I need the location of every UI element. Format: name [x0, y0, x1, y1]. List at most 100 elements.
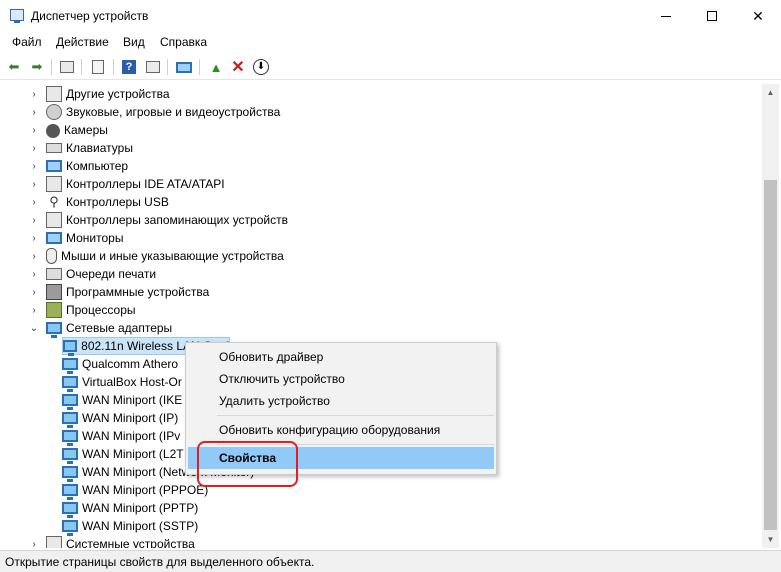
network-device[interactable]: WAN Miniport (PPPOE)	[62, 481, 209, 500]
chevron-right-icon[interactable]: ›	[28, 193, 40, 211]
minimize-button[interactable]	[643, 0, 689, 32]
back-arrow-icon[interactable]: ⬅	[4, 57, 24, 77]
network-adapter-icon	[62, 358, 78, 374]
device-label: WAN Miniport (IKE	[82, 393, 183, 407]
chevron-right-icon[interactable]: ›	[28, 85, 40, 103]
tree-category[interactable]: › Контроллеры IDE ATA/ATAPI	[28, 175, 225, 193]
category-label: Контроллеры USB	[66, 195, 169, 209]
device-label: WAN Miniport (SSTP)	[82, 519, 199, 533]
tree-category[interactable]: › Программные устройства	[28, 283, 209, 301]
chevron-right-icon[interactable]: ›	[28, 535, 40, 549]
chevron-right-icon[interactable]: ›	[28, 301, 40, 319]
scroll-up-icon[interactable]: ▲	[762, 84, 779, 101]
tree-category[interactable]: › Другие устройства	[28, 85, 170, 103]
device-label: VirtualBox Host-Or	[82, 375, 182, 389]
close-icon: ✕	[752, 7, 764, 24]
tree-category[interactable]: › ⚲ Контроллеры USB	[28, 193, 169, 211]
network-device[interactable]: WAN Miniport (IPv	[62, 427, 181, 446]
menu-help[interactable]: Справка	[160, 35, 207, 49]
network-device[interactable]: Qualcomm Athero	[62, 355, 178, 374]
chevron-right-icon[interactable]: ›	[28, 247, 40, 265]
network-adapter-icon	[62, 484, 78, 500]
network-adapter-icon	[62, 502, 78, 518]
software-device-icon	[46, 284, 62, 300]
chevron-down-icon[interactable]: ⌄	[28, 319, 40, 337]
menu-disable-device[interactable]: Отключить устройство	[188, 368, 494, 390]
chevron-right-icon[interactable]: ›	[28, 157, 40, 175]
chevron-right-icon[interactable]: ›	[28, 229, 40, 247]
maximize-button[interactable]	[689, 0, 735, 32]
category-label: Очереди печати	[66, 267, 157, 281]
computer-icon	[46, 160, 62, 172]
network-device[interactable]: VirtualBox Host-Or	[62, 373, 182, 392]
camera-icon	[46, 123, 60, 138]
annotation-highlight-ring	[197, 441, 298, 487]
tree-category[interactable]: › Камеры	[28, 121, 108, 139]
ide-controller-icon	[46, 176, 62, 192]
network-adapter-icon	[62, 376, 78, 392]
tree-category[interactable]: ⌄ Сетевые адаптеры	[28, 319, 173, 338]
keyboard-icon	[46, 143, 62, 153]
menu-view[interactable]: Вид	[123, 35, 145, 49]
tree-category[interactable]: › Контроллеры запоминающих устройств	[28, 211, 288, 229]
menu-action[interactable]: Действие	[56, 35, 109, 49]
close-button[interactable]: ✕	[735, 0, 781, 32]
chevron-right-icon[interactable]: ›	[28, 265, 40, 283]
forward-arrow-icon[interactable]: ➡	[27, 57, 47, 77]
toolbar-separator	[167, 59, 168, 75]
menu-bar: Файл Действие Вид Справка	[0, 32, 781, 52]
tree-category[interactable]: › Мыши и иные указывающие устройства	[28, 247, 284, 265]
network-adapter-icon	[62, 520, 78, 536]
chevron-right-icon[interactable]: ›	[28, 175, 40, 193]
network-device[interactable]: WAN Miniport (IKE	[62, 391, 183, 410]
device-label: WAN Miniport (IPv	[82, 429, 181, 443]
menu-scan-hardware[interactable]: Обновить конфигурацию оборудования	[188, 419, 494, 441]
menu-uninstall-device[interactable]: Удалить устройство	[188, 390, 494, 412]
chevron-right-icon[interactable]: ›	[28, 103, 40, 121]
toolbar-separator	[199, 59, 200, 75]
show-hide-tree-icon[interactable]	[57, 57, 77, 77]
update-driver-icon[interactable]: ▲	[206, 57, 226, 77]
tree-category[interactable]: › Клавиатуры	[28, 139, 133, 157]
category-label: Клавиатуры	[66, 141, 133, 155]
scroll-thumb[interactable]	[764, 180, 777, 530]
chevron-right-icon[interactable]: ›	[28, 121, 40, 139]
network-device[interactable]: WAN Miniport (L2T	[62, 445, 184, 464]
category-label: Звуковые, игровые и видеоустройства	[66, 105, 281, 119]
tree-category[interactable]: › Компьютер	[28, 157, 128, 175]
network-adapter-icon	[63, 340, 78, 356]
monitor-icon	[46, 232, 62, 244]
network-device[interactable]: WAN Miniport (IP)	[62, 409, 178, 428]
device-tree[interactable]: › Другие устройства › Звуковые, игровые и …	[0, 84, 762, 548]
download-icon[interactable]: ⬇	[251, 57, 271, 77]
device-label: WAN Miniport (L2T	[82, 447, 184, 461]
help-icon[interactable]: ?	[119, 57, 139, 77]
chevron-right-icon[interactable]: ›	[28, 211, 40, 229]
menu-file[interactable]: Файл	[12, 35, 42, 49]
speaker-icon	[46, 104, 62, 120]
menu-update-driver[interactable]: Обновить драйвер	[188, 346, 494, 368]
network-device[interactable]: WAN Miniport (SSTP)	[62, 517, 199, 536]
chevron-right-icon[interactable]: ›	[28, 283, 40, 301]
category-label: Сетевые адаптеры	[66, 321, 173, 335]
minimize-icon	[661, 15, 671, 17]
tree-category[interactable]: › Очереди печати	[28, 265, 156, 283]
tree-category[interactable]: › Системные устройства	[28, 535, 195, 548]
tree-category[interactable]: › Звуковые, игровые и видеоустройства	[28, 103, 280, 121]
network-device[interactable]: WAN Miniport (PPTP)	[62, 499, 198, 518]
network-adapter-icon	[62, 448, 78, 464]
uninstall-x-icon[interactable]: ✕	[228, 57, 248, 77]
tree-category[interactable]: › Процессоры	[28, 301, 136, 319]
tree-category[interactable]: › Мониторы	[28, 229, 123, 247]
scroll-down-icon[interactable]: ▼	[762, 531, 779, 548]
run-icon[interactable]	[143, 57, 163, 77]
title-bar: Диспетчер устройств ✕	[0, 0, 781, 32]
monitor-scan-icon[interactable]	[174, 57, 194, 77]
processor-icon	[46, 302, 62, 318]
printer-icon	[46, 268, 62, 280]
properties-icon[interactable]	[88, 57, 108, 77]
chevron-right-icon[interactable]: ›	[28, 139, 40, 157]
toolbar-separator	[51, 59, 52, 75]
device-label: WAN Miniport (PPPOE)	[82, 483, 209, 497]
vertical-scrollbar[interactable]: ▲ ▼	[762, 84, 779, 548]
